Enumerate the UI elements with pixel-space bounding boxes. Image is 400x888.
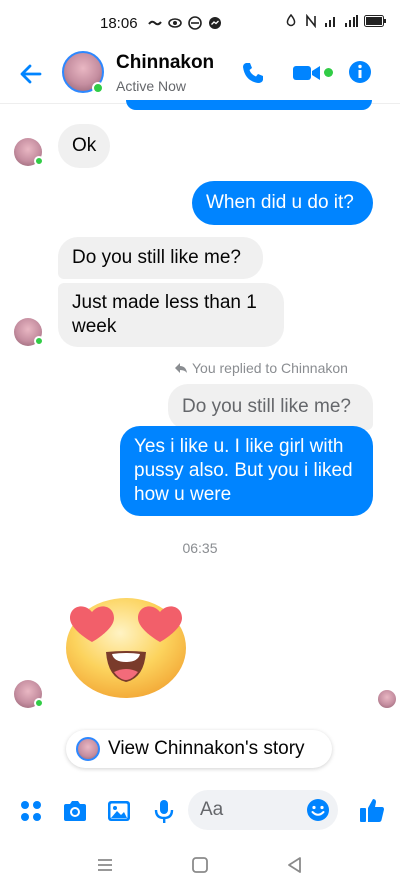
messenger-icon (208, 17, 221, 29)
view-story-button[interactable]: View Chinnakon's story (66, 730, 332, 768)
system-nav-bar (0, 846, 400, 888)
battery-icon (364, 15, 386, 27)
online-indicator (34, 156, 44, 166)
online-indicator (92, 82, 104, 94)
online-indicator (34, 698, 44, 708)
time-separator: 06:35 (182, 540, 218, 556)
message-text: When did u do it? (206, 192, 354, 213)
composer-bar: Aa (0, 786, 400, 836)
seen-avatar (378, 690, 396, 708)
nfc-icon (306, 14, 316, 28)
status-left-icons (147, 16, 222, 30)
message-input[interactable]: Aa (188, 790, 338, 830)
4g-signal-icon (345, 15, 358, 27)
drop-icon (286, 14, 296, 27)
emoji-icon[interactable] (306, 798, 330, 822)
back-arrow-icon[interactable] (18, 61, 44, 87)
message-bubble-outgoing[interactable]: When did u do it? (192, 181, 373, 225)
menu-icon[interactable] (95, 856, 115, 874)
reply-icon (175, 363, 187, 373)
message-bubble-outgoing[interactable]: Yes i like u. I like girl with pussy als… (120, 426, 373, 516)
tilde-icon (147, 20, 162, 26)
message-input-placeholder: Aa (200, 799, 224, 820)
contact-status: Active Now (116, 78, 187, 94)
online-indicator (34, 336, 44, 346)
menu-dots-icon[interactable] (18, 798, 44, 824)
message-bubble-incoming[interactable]: Just made less than 1 week (58, 283, 284, 347)
previous-message-bubble[interactable] (126, 100, 372, 110)
message-text: Just made less than 1 week (72, 292, 257, 337)
status-time: 18:06 (100, 14, 138, 32)
info-icon[interactable] (348, 60, 372, 84)
chat-header: Chinnakon Active Now (0, 46, 400, 104)
message-text: Do you still like me? (72, 247, 241, 268)
thumbs-up-icon[interactable] (358, 796, 386, 824)
phone-icon[interactable] (240, 60, 266, 86)
story-button-label: View Chinnakon's story (108, 738, 305, 759)
story-avatar (76, 737, 100, 761)
message-text: Yes i like u. I like girl with pussy als… (134, 436, 353, 505)
reply-note: You replied to Chinnakon (174, 360, 348, 376)
signal-circle-icon (187, 16, 202, 30)
signal-icon (325, 17, 335, 27)
reply-note-text: You replied to Chinnakon (192, 360, 348, 376)
home-icon[interactable] (190, 856, 210, 874)
contact-name[interactable]: Chinnakon (116, 52, 214, 74)
message-bubble-incoming[interactable]: Ok (58, 124, 111, 168)
quoted-text: Do you still like me? (182, 396, 351, 417)
heart-eyes-emoji-icon[interactable] (58, 590, 194, 700)
video-call-icon[interactable] (292, 60, 322, 86)
message-bubble-incoming[interactable]: Do you still like me? (58, 237, 263, 279)
microphone-icon[interactable] (151, 798, 177, 824)
eye-icon (167, 18, 182, 28)
camera-icon[interactable] (62, 798, 88, 824)
video-online-dot (324, 68, 333, 77)
status-bar: 18:06 (0, 0, 400, 46)
gallery-icon[interactable] (106, 798, 132, 824)
message-text: Ok (72, 135, 97, 156)
status-right-icons (284, 14, 386, 28)
back-icon[interactable] (285, 856, 305, 874)
quoted-message[interactable]: Do you still like me? (168, 384, 373, 430)
